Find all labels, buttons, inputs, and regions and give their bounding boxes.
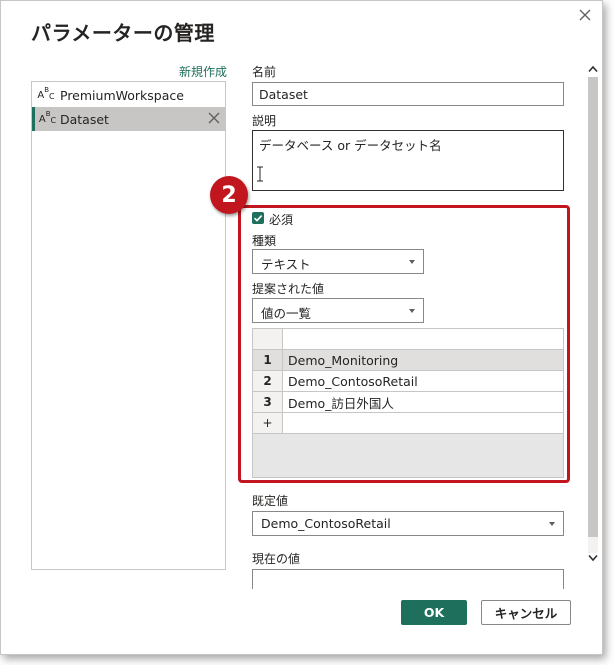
scroll-thumb[interactable] bbox=[588, 77, 598, 537]
row-number: 3 bbox=[253, 392, 283, 413]
form-scrollbar[interactable] bbox=[587, 63, 599, 568]
default-value-dropdown-value: Demo_ContosoRetail bbox=[261, 516, 391, 531]
value-cell[interactable]: Demo_Monitoring bbox=[283, 350, 563, 371]
row-number: 2 bbox=[253, 371, 283, 392]
new-parameter-link[interactable]: 新規作成 bbox=[169, 63, 227, 80]
manage-parameters-dialog: パラメーターの管理 新規作成 ABC PremiumWorkspace ABC … bbox=[0, 0, 603, 655]
chevron-down-icon bbox=[409, 309, 415, 313]
value-cell[interactable]: Demo_ContosoRetail bbox=[283, 371, 563, 392]
description-input[interactable]: データベース or データセット名 bbox=[252, 130, 564, 191]
name-input[interactable]: Dataset bbox=[252, 82, 564, 106]
chevron-down-icon bbox=[588, 554, 598, 562]
values-grid: 1 Demo_Monitoring 2 Demo_ContosoRetail 3… bbox=[252, 328, 564, 478]
parameter-list: ABC PremiumWorkspace ABC Dataset bbox=[31, 81, 226, 570]
name-label: 名前 bbox=[252, 65, 277, 79]
close-button[interactable] bbox=[575, 5, 595, 25]
description-label: 説明 bbox=[252, 114, 277, 128]
table-row[interactable]: 1 Demo_Monitoring bbox=[253, 350, 563, 371]
abc-text-icon: ABC bbox=[38, 109, 57, 125]
grid-header-num bbox=[253, 329, 283, 350]
suggested-values-dropdown[interactable]: 値の一覧 bbox=[252, 298, 424, 323]
suggested-values-dropdown-value: 値の一覧 bbox=[261, 306, 312, 321]
default-value-dropdown[interactable]: Demo_ContosoRetail bbox=[252, 511, 564, 536]
description-text: データベース or データセット名 bbox=[259, 138, 442, 153]
scroll-up-arrow[interactable] bbox=[587, 63, 599, 75]
type-label: 種類 bbox=[252, 234, 277, 248]
step-badge: 2 bbox=[210, 176, 248, 214]
text-cursor-icon bbox=[257, 166, 263, 182]
table-row[interactable]: 3 Demo_訪日外国人 bbox=[253, 392, 563, 413]
table-row[interactable]: 2 Demo_ContosoRetail bbox=[253, 371, 563, 392]
chevron-down-icon bbox=[549, 522, 555, 526]
delete-icon[interactable] bbox=[207, 111, 221, 125]
value-cell[interactable]: Demo_訪日外国人 bbox=[283, 392, 563, 413]
parameter-item-premiumworkspace[interactable]: ABC PremiumWorkspace bbox=[32, 83, 225, 107]
abc-text-icon: ABC bbox=[37, 85, 55, 101]
grid-header-cell bbox=[283, 329, 563, 350]
default-value-label: 既定値 bbox=[252, 494, 289, 508]
add-row-icon: + bbox=[253, 413, 283, 434]
parameter-item-dataset[interactable]: ABC Dataset bbox=[32, 107, 225, 131]
row-number: 1 bbox=[253, 350, 283, 371]
parameter-item-label: Dataset bbox=[60, 111, 109, 127]
current-value-input[interactable] bbox=[252, 569, 564, 589]
chevron-down-icon bbox=[409, 260, 415, 264]
checkmark-icon bbox=[253, 215, 263, 222]
type-dropdown-value: テキスト bbox=[261, 257, 311, 272]
current-value-label: 現在の値 bbox=[252, 552, 301, 566]
scroll-down-arrow[interactable] bbox=[587, 552, 599, 564]
suggested-values-label: 提案された値 bbox=[252, 282, 325, 296]
parameter-item-label: PremiumWorkspace bbox=[60, 87, 184, 103]
cancel-button[interactable]: キャンセル bbox=[481, 600, 571, 625]
new-value-cell[interactable] bbox=[283, 413, 563, 434]
add-row[interactable]: + bbox=[253, 413, 563, 434]
type-dropdown[interactable]: テキスト bbox=[252, 249, 424, 274]
grid-header-row bbox=[253, 329, 563, 350]
required-checkbox[interactable] bbox=[252, 212, 264, 224]
chevron-up-icon bbox=[588, 65, 598, 73]
required-label: 必須 bbox=[269, 213, 294, 227]
ok-button[interactable]: OK bbox=[401, 600, 467, 625]
close-icon bbox=[579, 9, 591, 21]
dialog-title: パラメーターの管理 bbox=[31, 21, 215, 45]
